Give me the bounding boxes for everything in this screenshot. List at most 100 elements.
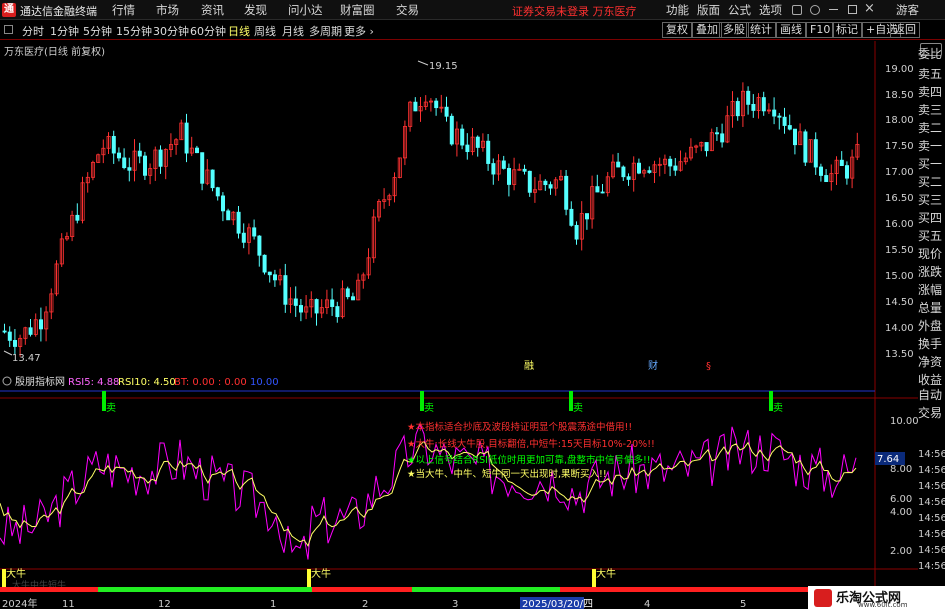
menu-faxian[interactable]: 发现 [244, 2, 267, 18]
xaxis-month: 4 [644, 599, 650, 609]
yaxis-label: 16.00 [885, 219, 914, 230]
quote-label: 买五 [918, 229, 943, 243]
yaxis-label: 18.00 [885, 115, 914, 126]
yaxis-label: 10.00 [890, 416, 918, 427]
menu-gongneng[interactable]: 功能 [666, 2, 689, 18]
candle-body [824, 175, 829, 183]
tab-period-60min[interactable]: 60分钟 [190, 23, 226, 39]
xaxis-month: 11 [62, 599, 75, 609]
candle-body [184, 122, 189, 154]
indicator-ten: 10.00 [250, 377, 279, 388]
tab-period-multi[interactable]: 多周期 [309, 23, 342, 39]
yaxis-label: 14.50 [885, 297, 914, 308]
tab-period-daily[interactable]: 日线 [228, 23, 250, 39]
close-icon[interactable]: × [864, 1, 875, 16]
candle-body [283, 275, 288, 305]
strip-segment [312, 587, 412, 592]
auto-trade-label[interactable]: 交易 [918, 404, 945, 421]
tab-period-more[interactable]: 更多 › [344, 23, 374, 39]
menu-jiaoyi[interactable]: 交易 [396, 2, 419, 18]
login-status[interactable]: 证券交易未登录 万东医疗 [512, 3, 637, 19]
candle-body [595, 186, 600, 193]
menu-wenxiaoda[interactable]: 问小达 [288, 2, 323, 18]
candle-body [673, 165, 678, 171]
quote-label: 买一 [918, 157, 943, 171]
menu-banmian[interactable]: 版面 [697, 2, 720, 18]
message-icon[interactable] [792, 5, 802, 15]
menu-caifuquan[interactable]: 财富圈 [340, 2, 375, 18]
signal-strip [0, 587, 875, 592]
yaxis-label: 2.00 [890, 546, 912, 557]
candle-body [434, 100, 439, 109]
menu-xuanxiang[interactable]: 选项 [759, 2, 782, 18]
tab-period-5min[interactable]: 5分钟 [83, 23, 112, 39]
yaxis-label: 19.00 [885, 64, 914, 75]
menu-zixun[interactable]: 资讯 [201, 2, 224, 18]
candle-body [194, 147, 199, 154]
guest-label[interactable]: 游客 [896, 2, 919, 18]
candle-body [241, 232, 246, 243]
event-marker-rong[interactable]: 融 [524, 360, 534, 372]
candle-body [845, 165, 850, 179]
note-line: ★大牛:长线大牛股,目标翻倍,中短牛:15天目标10%-20%!! [407, 438, 655, 450]
tab-period-monthly[interactable]: 月线 [282, 23, 304, 39]
menu-hangqing[interactable]: 行情 [112, 2, 135, 18]
menu-shichang[interactable]: 市场 [156, 2, 179, 18]
candle-body [314, 299, 319, 314]
yaxis-label: 6.00 [890, 494, 912, 505]
yaxis-label: 16.50 [885, 193, 914, 204]
event-marker-cai[interactable]: 财 [648, 359, 658, 372]
tab-period-1min[interactable]: 1分钟 [50, 23, 79, 39]
candle-body [506, 168, 511, 185]
candle-body [668, 158, 673, 167]
xaxis-month: 1 [270, 599, 276, 609]
tab-period-30min[interactable]: 30分钟 [153, 23, 189, 39]
duogu-button[interactable]: 多股 [719, 22, 749, 38]
yaxis-label: 15.50 [885, 245, 914, 256]
watermark-url: www.60lt.com [858, 601, 908, 609]
candle-body [475, 136, 480, 148]
xaxis-month: 2 [362, 599, 368, 609]
candle-body [486, 140, 491, 164]
fuquan-button[interactable]: 复权 [662, 22, 692, 38]
menu-bar [0, 0, 945, 20]
tab-period-fenshi[interactable]: 分时 [22, 23, 44, 39]
fanhui-button[interactable]: 返回 [890, 22, 920, 38]
candle-body [127, 167, 132, 171]
indicator-yaxis: 10.00 8.00 6.00 4.00 2.00 [890, 416, 918, 557]
candle-body [12, 340, 17, 347]
chart-area[interactable]: 万东医疗(日线 前复权) 19.00 18.50 18.00 17.50 17.… [0, 41, 918, 609]
strip-segment [560, 587, 590, 592]
candle-body [215, 187, 220, 197]
candle-body [600, 191, 605, 194]
yaxis-label: 13.50 [885, 349, 914, 360]
diejia-button[interactable]: 叠加 [692, 22, 722, 38]
candle-body [574, 224, 579, 240]
xaxis-month: 3 [452, 599, 458, 609]
event-marker-section[interactable]: § [706, 361, 711, 372]
indicator-settings-icon[interactable] [2, 376, 12, 386]
tongji-button[interactable]: 统计 [746, 22, 776, 38]
tab-period-15min[interactable]: 15分钟 [116, 23, 152, 39]
maximize-icon[interactable] [848, 5, 857, 14]
candle-body [7, 331, 12, 341]
candle-body [782, 116, 787, 126]
help-icon[interactable] [810, 5, 820, 15]
indicator-name[interactable]: 殷朋指标网 [15, 375, 65, 388]
tab-period-weekly[interactable]: 周线 [254, 23, 276, 39]
strip-segment [590, 587, 820, 592]
checkbox-icon[interactable] [4, 25, 13, 34]
yaxis-label: 17.50 [885, 141, 914, 152]
yaxis-label: 17.00 [885, 167, 914, 178]
minimize-icon[interactable] [829, 9, 838, 10]
candle-body [626, 176, 631, 180]
huaxian-button[interactable]: 画线 [776, 22, 806, 38]
watermark-logo-icon [814, 589, 832, 607]
main-chart-title: 万东医疗(日线 前复权) [4, 45, 105, 58]
auto-trade-label[interactable]: 自动 [918, 386, 945, 403]
f10-button[interactable]: F10 [806, 22, 835, 38]
biaoji-button[interactable]: 标记 [832, 22, 862, 38]
menu-gongshi[interactable]: 公式 [728, 2, 751, 18]
sell-label: 卖 [773, 402, 783, 414]
sell-label: 卖 [573, 402, 583, 414]
